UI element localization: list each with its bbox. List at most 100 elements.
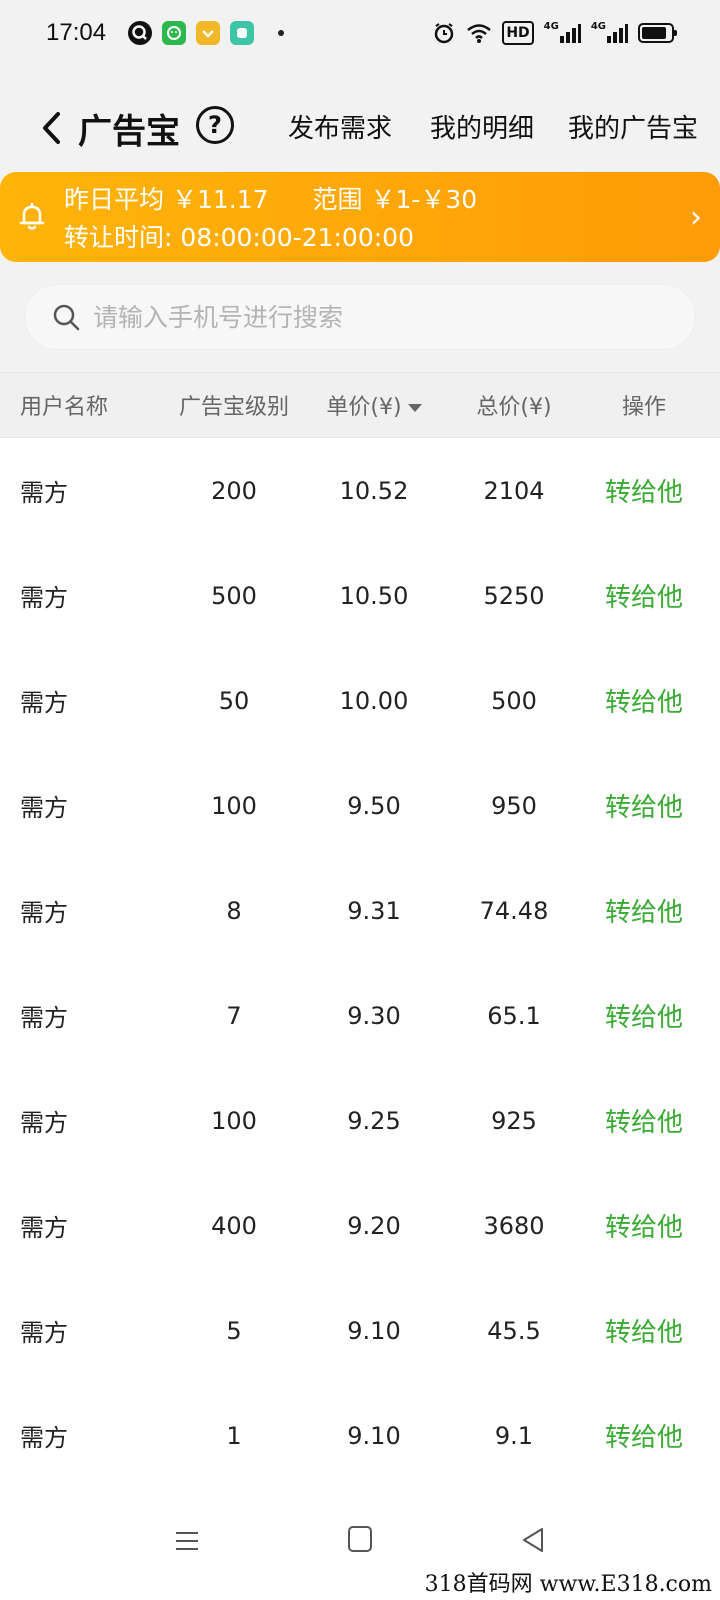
header-total-price: 总价(¥) (476, 395, 552, 420)
header-action: 操作 (621, 395, 666, 420)
teal-app-icon (230, 21, 255, 45)
cell-total: 45.5 (487, 1316, 541, 1345)
cell-user: 需方 (20, 794, 68, 822)
avg-value: ￥11.17 (171, 185, 269, 214)
cell-total: 950 (491, 791, 537, 820)
table-row: 需方 50 10.00 500 转给他 (0, 648, 720, 753)
transfer-button[interactable]: 转给他 (584, 1312, 704, 1349)
cell-user: 需方 (20, 689, 68, 717)
transfer-button[interactable]: 转给他 (584, 682, 704, 719)
banner-time-line: 转让时间: 08:00:00-21:00:00 (64, 218, 414, 254)
search-input[interactable] (93, 302, 653, 332)
page-title: 广告宝 (78, 112, 180, 152)
network-label: 4G (543, 21, 559, 32)
transfer-button[interactable]: 转给他 (584, 1102, 704, 1139)
back-triangle-icon[interactable] (520, 1526, 546, 1554)
system-nav-bar: 318首码网 www.E318.com (0, 1498, 720, 1600)
cell-user: 需方 (20, 1004, 68, 1032)
network-label: 4G (590, 21, 606, 32)
header-level: 广告宝级别 (178, 395, 289, 420)
cell-level: 5 (226, 1316, 242, 1345)
status-time: 17:04 (46, 19, 107, 46)
cell-total: 74.48 (479, 896, 549, 925)
transfer-button[interactable]: 转给他 (584, 1417, 704, 1454)
my-details-link[interactable]: 我的明细 (430, 108, 534, 145)
cell-total: 3680 (483, 1211, 545, 1240)
cell-total: 65.1 (487, 1001, 541, 1030)
cell-total: 2104 (483, 476, 545, 505)
search-icon (53, 304, 80, 331)
table-row: 需方 8 9.31 74.48 转给他 (0, 858, 720, 963)
cell-user: 需方 (20, 1214, 68, 1242)
cell-user: 需方 (20, 1424, 68, 1452)
status-indicators: HD 4G 4G (432, 21, 677, 45)
cell-level: 8 (226, 896, 242, 925)
time-label: 转让时间: (64, 223, 173, 252)
chevron-right-icon: › (690, 200, 702, 235)
menu-icon[interactable] (174, 1528, 200, 1554)
table-row: 需方 500 10.50 5250 转给他 (0, 543, 720, 648)
cell-level: 1 (226, 1421, 242, 1450)
table-row: 需方 5 9.10 45.5 转给他 (0, 1278, 720, 1383)
my-adbao-link[interactable]: 我的广告宝 (568, 108, 698, 145)
cell-level: 500 (211, 581, 257, 610)
help-button[interactable]: ? (196, 106, 234, 144)
cell-price: 9.10 (347, 1421, 401, 1450)
transfer-button[interactable]: 转给他 (584, 472, 704, 509)
table-row: 需方 400 9.20 3680 转给他 (0, 1173, 720, 1278)
bell-icon (19, 202, 45, 230)
cell-level: 100 (211, 791, 257, 820)
signal-4g-icon: 4G (591, 21, 628, 45)
header-unit-price-label: 单价(¥) (326, 395, 402, 420)
table-row: 需方 100 9.50 950 转给他 (0, 753, 720, 858)
battery-icon (638, 23, 677, 43)
price-info-banner[interactable]: 昨日平均 ￥11.17 范围 ￥1-￥30 转让时间: 08:00:00-21:… (0, 172, 720, 262)
cell-user: 需方 (20, 1109, 68, 1137)
transfer-button[interactable]: 转给他 (584, 1207, 704, 1244)
transfer-button[interactable]: 转给他 (584, 577, 704, 614)
search-bar[interactable] (24, 284, 696, 350)
range-label: 范围 (312, 185, 363, 214)
table-row: 需方 7 9.30 65.1 转给他 (0, 963, 720, 1068)
cell-price: 10.50 (339, 581, 409, 610)
wechat-icon (162, 21, 187, 45)
back-button[interactable] (36, 108, 66, 148)
status-bar: 17:04 HD 4G 4G (0, 0, 720, 66)
range-value: ￥1-￥30 (370, 185, 478, 214)
table-row: 需方 1 9.10 9.1 转给他 (0, 1383, 720, 1488)
sort-down-icon (407, 404, 422, 412)
table-row: 需方 200 10.52 2104 转给他 (0, 438, 720, 543)
time-value: 08:00:00-21:00:00 (180, 223, 414, 252)
hd-icon: HD (502, 21, 534, 45)
cell-price: 10.52 (339, 476, 409, 505)
cell-level: 7 (226, 1001, 242, 1030)
app-header: 广告宝 ? 发布需求 我的明细 我的广告宝 (0, 92, 720, 162)
cell-total: 925 (491, 1106, 537, 1135)
cell-price: 10.00 (339, 686, 409, 715)
q-app-icon (128, 21, 153, 45)
cell-level: 200 (211, 476, 257, 505)
transfer-button[interactable]: 转给他 (584, 997, 704, 1034)
cell-level: 400 (211, 1211, 257, 1240)
yellow-app-icon (196, 21, 221, 45)
more-notifications-dot (278, 30, 285, 36)
watermark-text: 318首码网 www.E318.com (424, 1572, 712, 1597)
transfer-button[interactable]: 转给他 (584, 892, 704, 929)
alarm-icon (432, 21, 456, 45)
screen: 17:04 HD 4G 4G 广告宝 ? 发布需求 我的明细 我的广告宝 昨日平… (0, 0, 720, 1600)
cell-price: 9.50 (347, 791, 401, 820)
cell-total: 9.1 (494, 1421, 534, 1450)
header-unit-price[interactable]: 单价(¥) (304, 389, 444, 421)
table-header: 用户名称 广告宝级别 单价(¥) 总价(¥) 操作 (0, 372, 720, 438)
cell-price: 9.31 (347, 896, 401, 925)
cell-total: 5250 (483, 581, 545, 610)
transfer-button[interactable]: 转给他 (584, 787, 704, 824)
publish-demand-link[interactable]: 发布需求 (288, 108, 392, 145)
cell-level: 100 (211, 1106, 257, 1135)
wifi-icon (466, 21, 492, 45)
cell-price: 9.20 (347, 1211, 401, 1240)
signal-4g-icon: 4G (544, 21, 581, 45)
table-row: 需方 100 9.25 925 转给他 (0, 1068, 720, 1173)
home-square-icon[interactable] (348, 1526, 372, 1552)
notification-app-icons (128, 21, 285, 45)
